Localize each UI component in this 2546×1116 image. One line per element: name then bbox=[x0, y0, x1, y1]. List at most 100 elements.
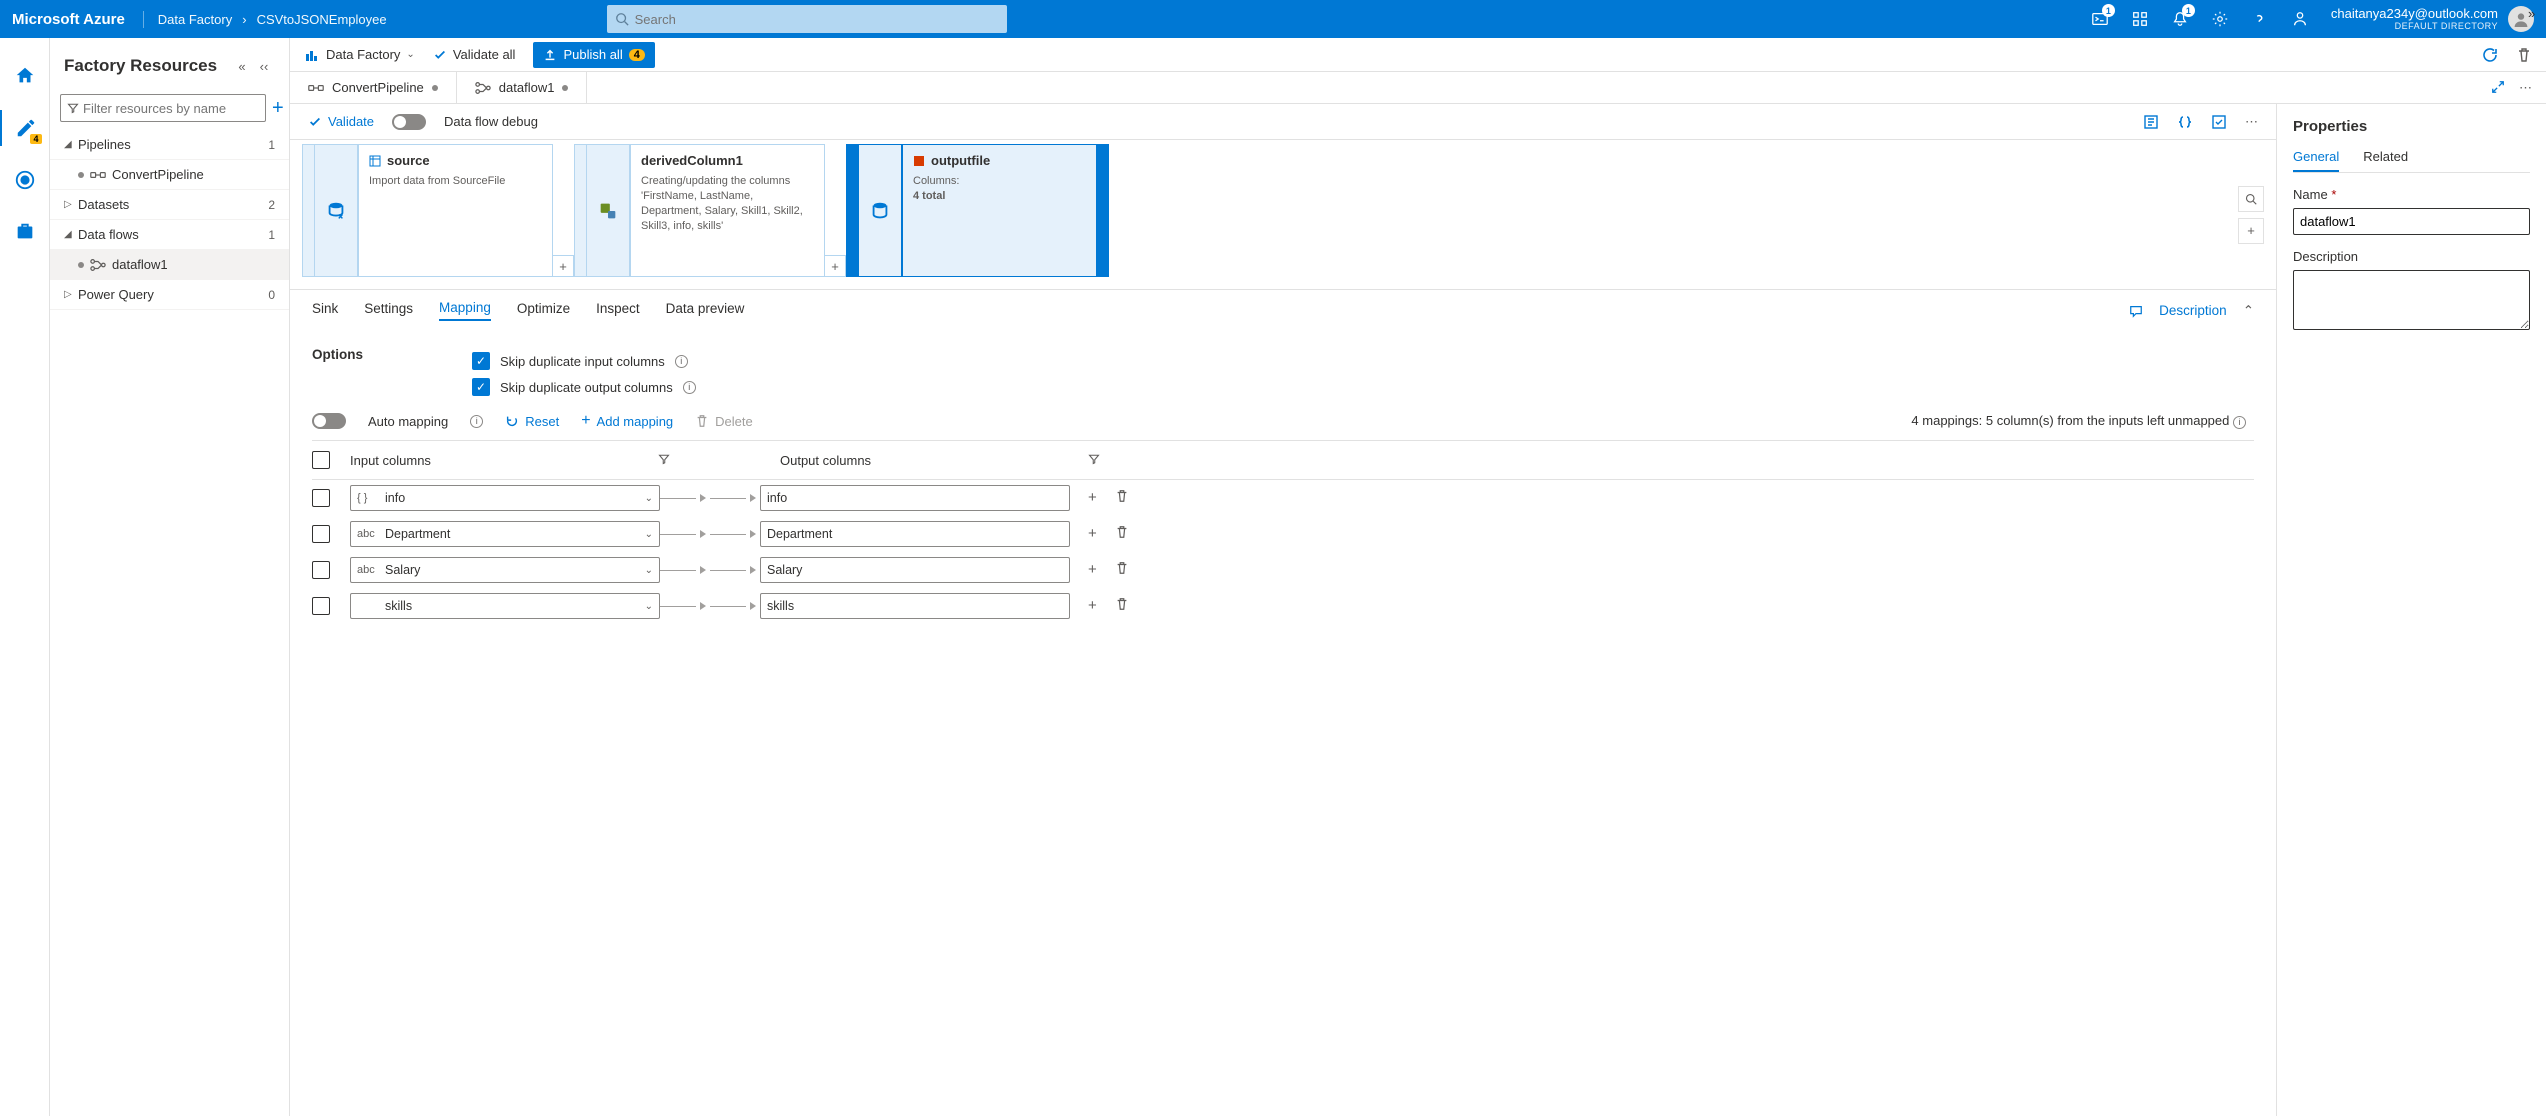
node-handle[interactable] bbox=[302, 144, 314, 277]
cloud-shell-icon[interactable]: 1 bbox=[2081, 0, 2119, 38]
row-checkbox[interactable] bbox=[312, 489, 330, 507]
add-row-button[interactable]: + bbox=[1088, 597, 1097, 615]
search-input[interactable] bbox=[635, 12, 999, 27]
select-all-checkbox[interactable] bbox=[312, 451, 330, 469]
canvas-search-button[interactable] bbox=[2238, 186, 2264, 212]
settings-icon[interactable] bbox=[2201, 0, 2239, 38]
row-checkbox[interactable] bbox=[312, 561, 330, 579]
json-icon[interactable] bbox=[2177, 114, 2193, 130]
output-column-input[interactable]: Department bbox=[760, 521, 1070, 547]
collapse-icon[interactable]: ‹‹ bbox=[253, 55, 275, 77]
filter-icon[interactable] bbox=[658, 453, 670, 468]
reset-button[interactable]: Reset bbox=[505, 414, 559, 429]
add-step-button[interactable]: + bbox=[552, 255, 574, 277]
dataflow-debug-toggle[interactable] bbox=[392, 114, 426, 130]
automapping-toggle[interactable] bbox=[312, 413, 346, 429]
description-button[interactable]: Description bbox=[2159, 303, 2227, 318]
tree-datasets[interactable]: ▷ Datasets 2 bbox=[50, 190, 289, 220]
notifications-icon[interactable]: 1 bbox=[2161, 0, 2199, 38]
output-column-input[interactable]: Salary bbox=[760, 557, 1070, 583]
expand-rail-icon[interactable]: » bbox=[2528, 6, 2542, 20]
dataflow-canvas[interactable]: source Import data from SourceFile + der… bbox=[290, 140, 2276, 290]
add-row-button[interactable]: + bbox=[1088, 489, 1097, 507]
input-column-select[interactable]: abcDepartment⌄ bbox=[350, 521, 660, 547]
feedback-icon[interactable] bbox=[2281, 0, 2319, 38]
node-outputfile[interactable]: outputfile Columns:4 total bbox=[902, 144, 1097, 277]
add-resource-button[interactable]: + bbox=[272, 97, 284, 120]
node-derivedcolumn[interactable]: derivedColumn1 Creating/updating the col… bbox=[630, 144, 825, 277]
author-icon[interactable]: 4 bbox=[0, 110, 50, 146]
crumb-resource[interactable]: CSVtoJSONEmployee bbox=[257, 12, 387, 27]
tab-related[interactable]: Related bbox=[2363, 149, 2408, 172]
node-source[interactable]: source Import data from SourceFile bbox=[358, 144, 553, 277]
tab-general[interactable]: General bbox=[2293, 149, 2339, 172]
row-checkbox[interactable] bbox=[312, 597, 330, 615]
global-search[interactable] bbox=[607, 5, 1007, 33]
skip-dup-input-checkbox[interactable]: ✓ bbox=[472, 352, 490, 370]
delete-icon[interactable] bbox=[2516, 47, 2532, 63]
delete-row-button[interactable] bbox=[1115, 597, 1129, 615]
crumb-datafactory[interactable]: Data Factory bbox=[158, 12, 232, 27]
add-step-button[interactable]: + bbox=[824, 255, 846, 277]
tab-inspect[interactable]: Inspect bbox=[596, 301, 640, 320]
output-column-input[interactable]: info bbox=[760, 485, 1070, 511]
filter-resources[interactable] bbox=[60, 94, 266, 122]
tab-settings[interactable]: Settings bbox=[364, 301, 413, 320]
tree-powerquery[interactable]: ▷ Power Query 0 bbox=[50, 280, 289, 310]
script-icon[interactable] bbox=[2143, 114, 2159, 130]
name-input[interactable] bbox=[2293, 208, 2530, 235]
info-icon[interactable]: i bbox=[2233, 416, 2246, 429]
tab-sink[interactable]: Sink bbox=[312, 301, 338, 320]
description-input[interactable] bbox=[2293, 270, 2530, 330]
tab-dataflow1[interactable]: dataflow1 bbox=[457, 72, 588, 103]
refresh-icon[interactable] bbox=[2482, 47, 2498, 63]
input-column-select[interactable]: skills⌄ bbox=[350, 593, 660, 619]
more-icon[interactable]: ⋯ bbox=[2245, 114, 2258, 130]
node-handle[interactable] bbox=[574, 144, 586, 277]
user-account[interactable]: chaitanya234y@outlook.com DEFAULT DIRECT… bbox=[2331, 6, 2498, 32]
pin-icon[interactable]: « bbox=[231, 55, 253, 77]
validate-button[interactable]: Validate bbox=[308, 114, 374, 129]
canvas-add-button[interactable]: + bbox=[2238, 218, 2264, 244]
info-icon[interactable]: i bbox=[683, 381, 696, 394]
input-column-select[interactable]: { }info⌄ bbox=[350, 485, 660, 511]
tree-pipelines[interactable]: ◢ Pipelines 1 bbox=[50, 130, 289, 160]
monitor-icon[interactable] bbox=[0, 162, 50, 198]
tab-optimize[interactable]: Optimize bbox=[517, 301, 570, 320]
node-handle[interactable] bbox=[846, 144, 858, 277]
help-icon[interactable] bbox=[2241, 0, 2279, 38]
tab-convertpipeline[interactable]: ConvertPipeline bbox=[290, 72, 457, 103]
add-mapping-button[interactable]: + Add mapping bbox=[581, 412, 673, 430]
delete-row-button[interactable] bbox=[1115, 561, 1129, 579]
modified-dot-icon bbox=[562, 85, 568, 91]
add-row-button[interactable]: + bbox=[1088, 561, 1097, 579]
node-handle[interactable] bbox=[1097, 144, 1109, 277]
tree-item-convertpipeline[interactable]: ConvertPipeline bbox=[50, 160, 289, 190]
manage-icon[interactable] bbox=[0, 214, 50, 250]
tree-dataflows[interactable]: ◢ Data flows 1 bbox=[50, 220, 289, 250]
delete-row-button[interactable] bbox=[1115, 489, 1129, 507]
learn-icon[interactable] bbox=[2211, 114, 2227, 130]
add-row-button[interactable]: + bbox=[1088, 525, 1097, 543]
publish-all-button[interactable]: Publish all 4 bbox=[533, 42, 654, 68]
datafactory-dropdown[interactable]: Data Factory ⌄ bbox=[304, 47, 415, 63]
tab-datapreview[interactable]: Data preview bbox=[666, 301, 745, 320]
input-column-select[interactable]: abcSalary⌄ bbox=[350, 557, 660, 583]
row-checkbox[interactable] bbox=[312, 525, 330, 543]
info-icon[interactable]: i bbox=[470, 415, 483, 428]
collapse-panel-icon[interactable]: ⌃ bbox=[2243, 303, 2254, 319]
output-column-input[interactable]: skills bbox=[760, 593, 1070, 619]
brand[interactable]: Microsoft Azure bbox=[12, 11, 144, 28]
home-icon[interactable] bbox=[0, 58, 50, 94]
filter-input[interactable] bbox=[83, 101, 259, 116]
info-icon[interactable]: i bbox=[675, 355, 688, 368]
delete-row-button[interactable] bbox=[1115, 525, 1129, 543]
directories-icon[interactable] bbox=[2121, 0, 2159, 38]
validate-all-button[interactable]: Validate all bbox=[433, 47, 516, 62]
tab-mapping[interactable]: Mapping bbox=[439, 300, 491, 321]
more-icon[interactable]: ⋯ bbox=[2519, 80, 2532, 96]
tree-item-dataflow1[interactable]: dataflow1 bbox=[50, 250, 289, 280]
maximize-icon[interactable] bbox=[2491, 80, 2505, 94]
skip-dup-output-checkbox[interactable]: ✓ bbox=[472, 378, 490, 396]
filter-icon[interactable] bbox=[1088, 453, 1100, 468]
